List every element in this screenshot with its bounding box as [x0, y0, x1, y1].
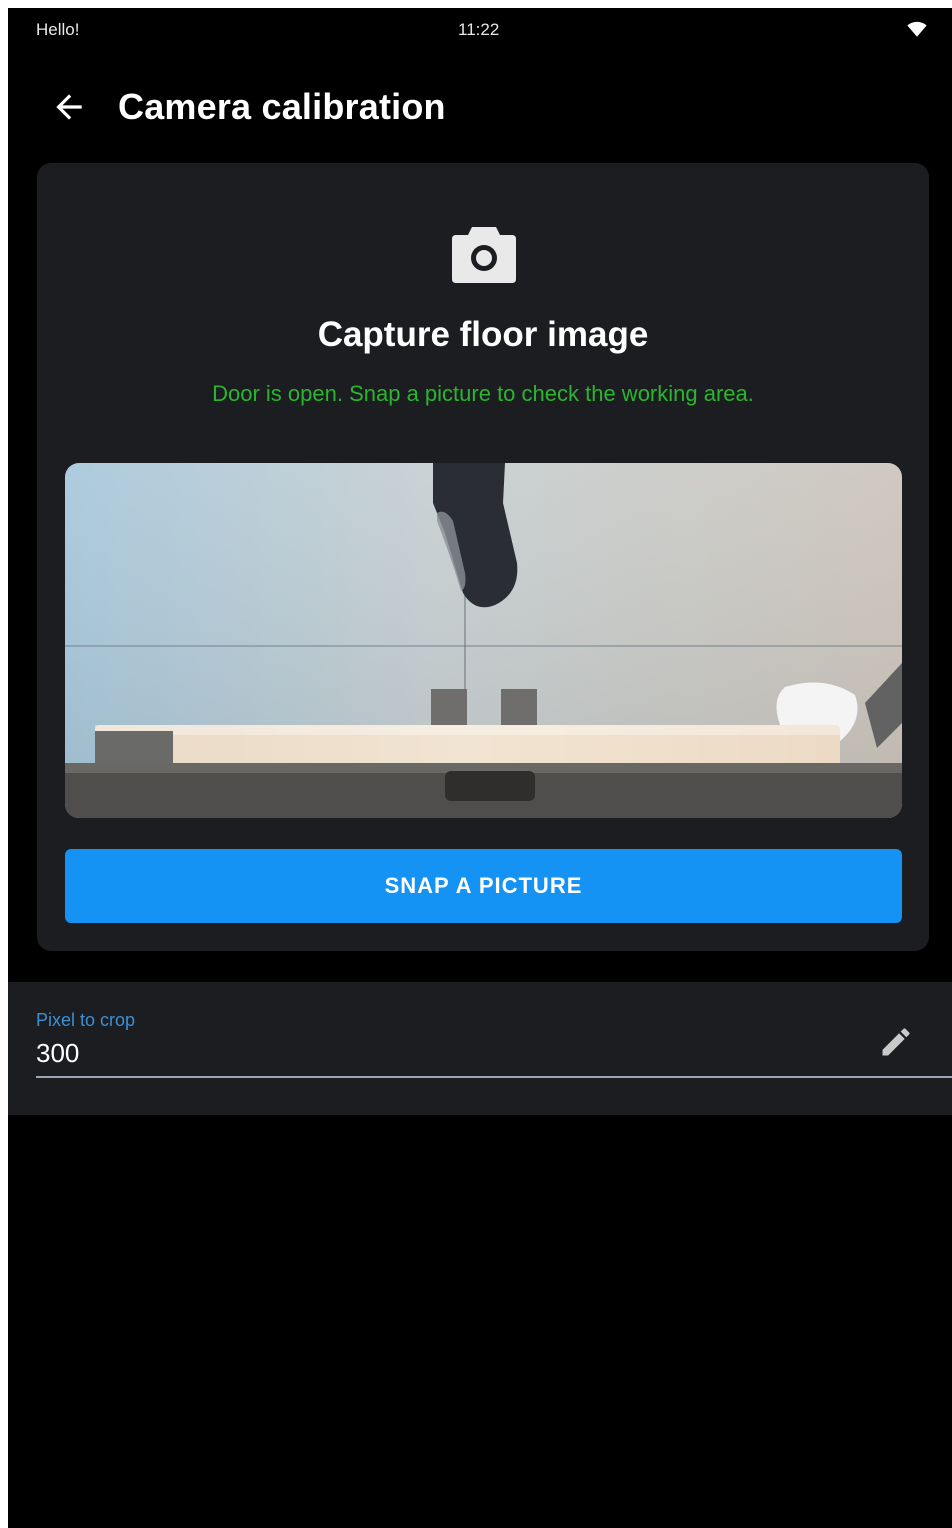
floor-image-preview: [65, 463, 902, 818]
card-title: Capture floor image: [317, 315, 649, 354]
capture-card: Capture floor image Door is open. Snap a…: [37, 163, 929, 951]
floor-photo: [65, 463, 902, 818]
snap-picture-button[interactable]: SNAP A PICTURE: [65, 849, 902, 923]
wifi-icon: [907, 21, 927, 37]
pixel-crop-panel: Pixel to crop: [8, 982, 952, 1115]
app-screen: Hello! 11:22 Camera calibration Capture …: [8, 8, 952, 1528]
status-bar: Hello! 11:22: [8, 8, 952, 52]
camera-icon: [452, 227, 516, 283]
input-underline: [36, 1076, 952, 1078]
door-status-message: Door is open. Snap a picture to check th…: [212, 381, 754, 406]
pencil-icon[interactable]: [878, 1024, 914, 1060]
page-title: Camera calibration: [118, 86, 446, 127]
status-time: 11:22: [458, 20, 500, 39]
status-greeting: Hello!: [36, 20, 80, 39]
pixel-crop-input[interactable]: [36, 1038, 856, 1069]
arrow-left-icon[interactable]: [50, 88, 88, 126]
app-bar: Camera calibration: [8, 68, 952, 148]
pixel-crop-label: Pixel to crop: [36, 1010, 136, 1030]
